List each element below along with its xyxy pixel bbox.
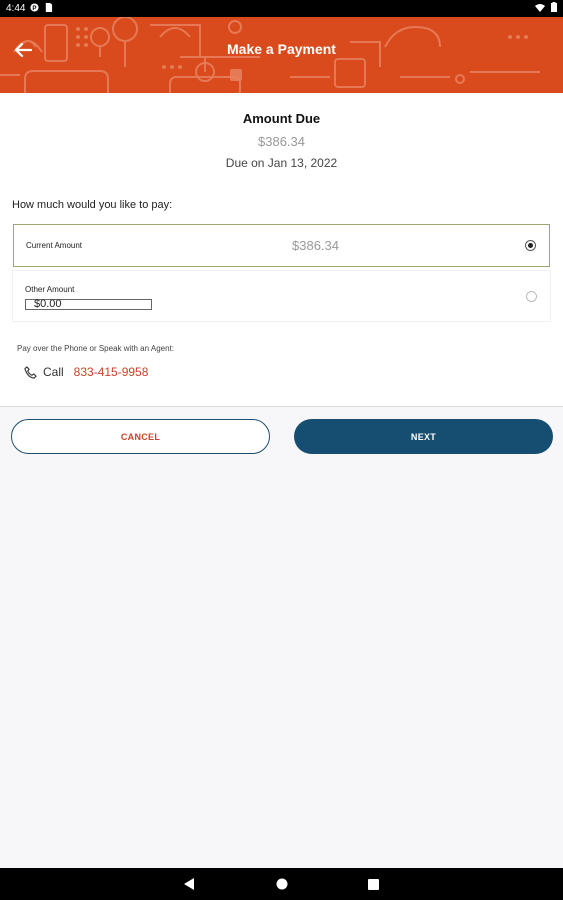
amount-due-title: Amount Due xyxy=(242,111,321,126)
due-date: Due on Jan 13, 2022 xyxy=(225,156,338,170)
nav-back-button[interactable] xyxy=(180,874,200,894)
battery-icon xyxy=(551,2,557,15)
nav-recents-button[interactable] xyxy=(364,874,384,894)
nav-home-button[interactable] xyxy=(272,874,292,894)
amount-due-value: $386.34 xyxy=(258,134,305,149)
phone-note: Pay over the Phone or Speak with an Agen… xyxy=(17,344,174,353)
other-amount-input[interactable]: $0.00 xyxy=(25,299,152,310)
current-amount-radio[interactable] xyxy=(525,240,536,251)
other-amount-option[interactable]: Other Amount $0.00 xyxy=(13,271,550,321)
cancel-button[interactable]: CANCEL xyxy=(11,419,270,454)
current-amount-value: $386.34 xyxy=(292,238,339,253)
system-nav-bar xyxy=(0,868,563,900)
status-bar: 4:44 P xyxy=(0,0,563,17)
app-icon: P xyxy=(30,2,40,15)
phone-number-link[interactable]: 833-415-9958 xyxy=(74,365,149,379)
next-button[interactable]: NEXT xyxy=(294,419,553,454)
nav-recents-icon xyxy=(368,878,379,890)
call-label: Call xyxy=(43,365,64,379)
payment-content: Amount Due $386.34 Due on Jan 13, 2022 H… xyxy=(0,93,563,407)
page-title: Make a Payment xyxy=(227,41,336,57)
other-amount-label: Other Amount xyxy=(25,285,75,294)
call-row[interactable]: Call 833-415-9958 xyxy=(24,365,148,379)
status-time: 4:44 xyxy=(6,3,26,14)
app-header: Make a Payment xyxy=(0,17,563,93)
current-amount-label: Current Amount xyxy=(26,241,83,250)
current-amount-option[interactable]: Current Amount $386.34 xyxy=(13,224,550,267)
payment-question: How much would you like to pay: xyxy=(12,199,173,211)
wifi-icon xyxy=(535,3,545,15)
nav-home-icon xyxy=(276,878,287,890)
other-amount-radio[interactable] xyxy=(526,291,537,302)
phone-icon xyxy=(24,365,37,379)
svg-text:P: P xyxy=(33,4,37,11)
divider xyxy=(0,406,563,407)
sim-card-icon xyxy=(44,2,53,15)
nav-back-icon xyxy=(184,878,194,890)
